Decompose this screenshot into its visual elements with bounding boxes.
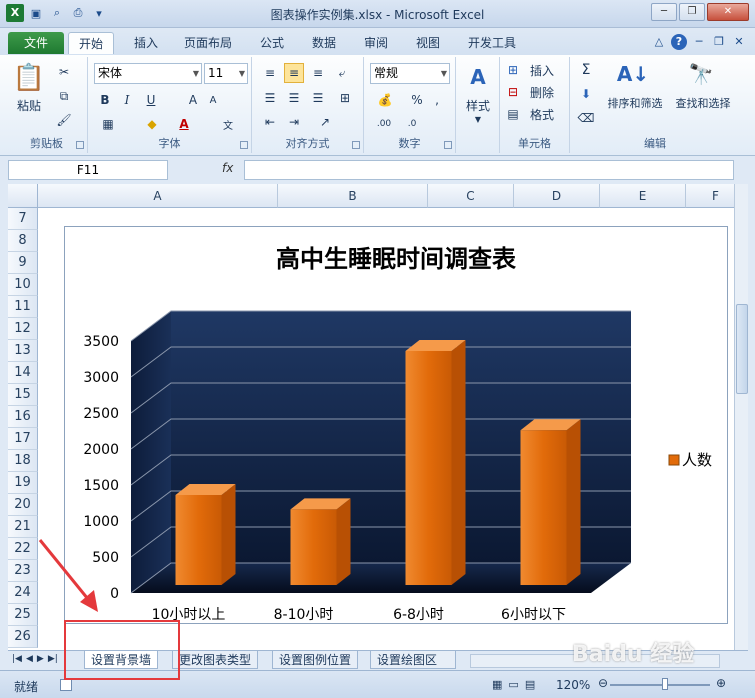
annotation-arrow: [38, 539, 98, 612]
annotation-highlight-box: [64, 620, 180, 680]
watermark: Baidu 经验: [572, 642, 695, 667]
